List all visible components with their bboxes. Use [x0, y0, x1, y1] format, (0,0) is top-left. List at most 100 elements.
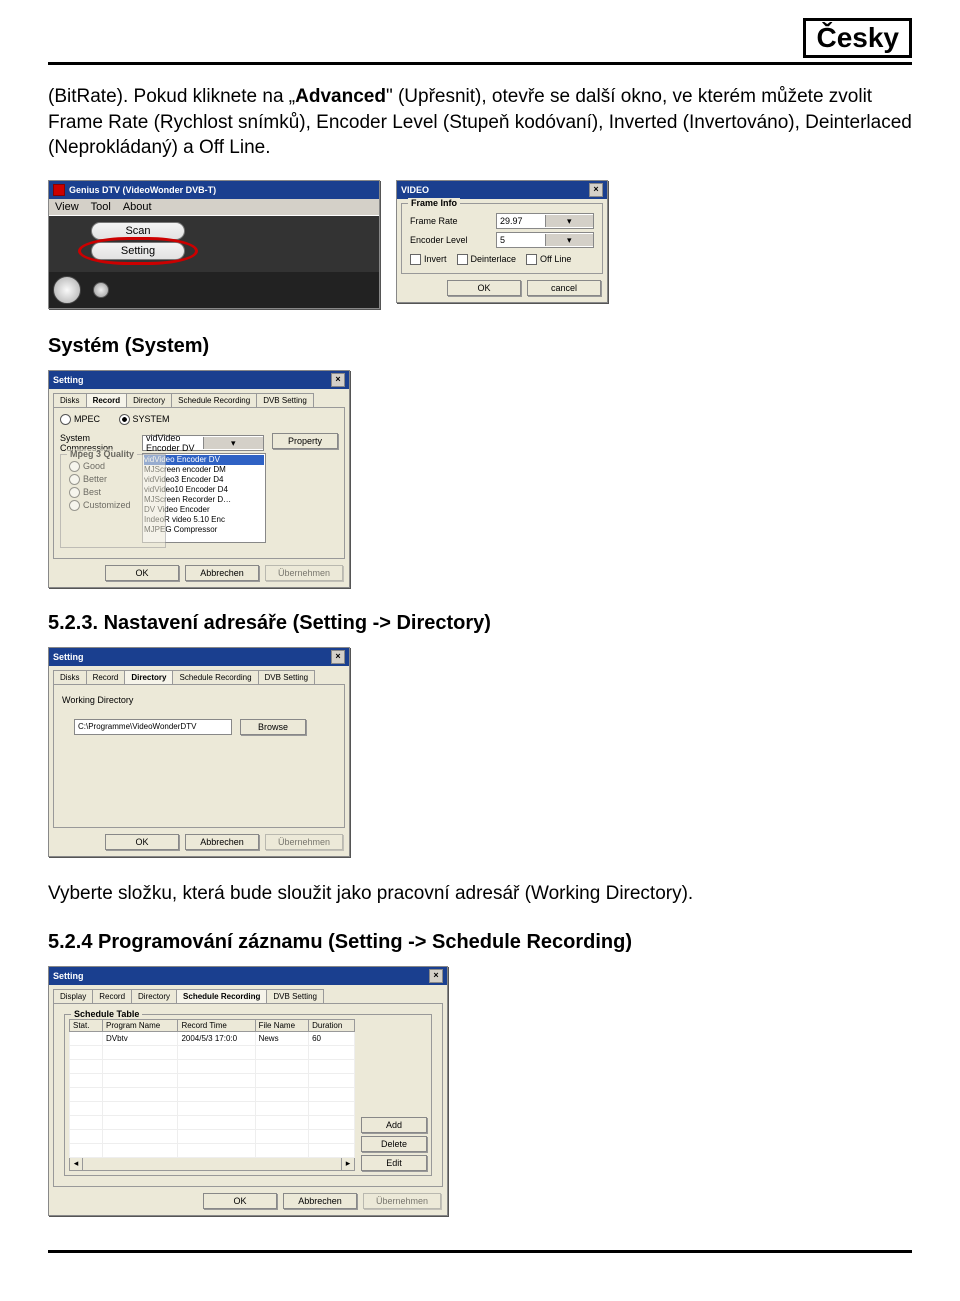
system-encoder-combo[interactable]: vidVideo Encoder DV▾: [142, 435, 264, 451]
chevron-down-icon[interactable]: ▾: [545, 234, 594, 246]
deinterlace-checkbox[interactable]: Deinterlace: [457, 254, 517, 265]
tab-dvb[interactable]: DVB Setting: [266, 989, 324, 1003]
tab-record[interactable]: Record: [92, 989, 132, 1003]
heading-system: Systém (System): [48, 335, 912, 358]
mpec-radio[interactable]: MPEC: [60, 414, 100, 425]
schedule-table[interactable]: Stat. Program Name Record Time File Name…: [69, 1019, 355, 1158]
framerate-label: Frame Rate: [410, 216, 458, 226]
table-row[interactable]: [70, 1129, 355, 1143]
dialog-title: Setting: [53, 652, 84, 662]
tab-record[interactable]: Record: [86, 670, 126, 684]
uebernehmen-button[interactable]: Übernehmen: [265, 565, 343, 581]
close-icon[interactable]: ×: [429, 969, 443, 983]
close-icon[interactable]: ×: [589, 183, 603, 197]
screenshot-directory-dialog: Setting × Disks Record Directory Schedul…: [48, 647, 350, 857]
setting-button[interactable]: Setting: [91, 242, 185, 260]
tab-directory[interactable]: Directory: [126, 393, 172, 407]
frame-info-legend: Frame Info: [408, 198, 460, 208]
table-row[interactable]: [70, 1059, 355, 1073]
offline-checkbox[interactable]: Off Line: [526, 254, 571, 265]
heading-524: 5.2.4 Programování záznamu (Setting -> S…: [48, 931, 912, 954]
tab-dvb[interactable]: DVB Setting: [258, 670, 316, 684]
invert-checkbox[interactable]: Invert: [410, 254, 447, 265]
table-row[interactable]: [70, 1073, 355, 1087]
uebernehmen-button[interactable]: Übernehmen: [363, 1193, 441, 1209]
table-row[interactable]: [70, 1143, 355, 1157]
screenshot-schedule-dialog: Setting × Display Record Directory Sched…: [48, 966, 448, 1216]
scroll-left-icon[interactable]: ◂: [70, 1158, 83, 1170]
rule-top: [48, 62, 912, 65]
table-row[interactable]: [70, 1115, 355, 1129]
col-stat[interactable]: Stat.: [70, 1019, 103, 1031]
tab-record[interactable]: Record: [86, 393, 128, 407]
close-icon[interactable]: ×: [331, 373, 345, 387]
ok-button[interactable]: OK: [105, 834, 179, 850]
tab-dvb[interactable]: DVB Setting: [256, 393, 314, 407]
tab-schedule[interactable]: Schedule Recording: [176, 989, 267, 1003]
schedule-table-legend: Schedule Table: [71, 1009, 142, 1019]
table-row[interactable]: DVbtv 2004/5/3 17:0:0 News 60: [70, 1031, 355, 1045]
framerate-combo[interactable]: 29.97▾: [496, 213, 594, 229]
dialog-title: Setting: [53, 971, 84, 981]
intro-paragraph: (BitRate). Pokud kliknete na „Advanced" …: [48, 84, 912, 161]
tab-disks[interactable]: Disks: [53, 393, 87, 407]
tab-directory[interactable]: Directory: [131, 989, 177, 1003]
col-program[interactable]: Program Name: [103, 1019, 178, 1031]
property-button[interactable]: Property: [272, 433, 338, 449]
col-recordtime[interactable]: Record Time: [178, 1019, 255, 1031]
app-icon: [53, 184, 65, 196]
col-filename[interactable]: File Name: [255, 1019, 309, 1031]
close-icon[interactable]: ×: [331, 650, 345, 664]
tab-display[interactable]: Display: [53, 989, 93, 1003]
screenshot-app-main: Genius DTV (VideoWonder DVB-T) View Tool…: [48, 180, 380, 309]
tab-schedule[interactable]: Schedule Recording: [171, 393, 257, 407]
screenshot-system-dialog: Setting × Disks Record Directory Schedul…: [48, 370, 350, 588]
working-directory-input[interactable]: C:\Programme\VideoWonderDTV: [74, 719, 232, 735]
language-badge: Česky: [803, 18, 912, 58]
mp3-quality-legend: Mpeg 3 Quality: [67, 449, 137, 459]
ok-button[interactable]: OK: [105, 565, 179, 581]
system-radio[interactable]: SYSTEM: [119, 414, 170, 425]
ok-button[interactable]: OK: [203, 1193, 277, 1209]
chevron-down-icon[interactable]: ▾: [203, 437, 264, 449]
col-duration[interactable]: Duration: [309, 1019, 355, 1031]
ok-button[interactable]: OK: [447, 280, 521, 296]
abbrechen-button[interactable]: Abbrechen: [185, 834, 259, 850]
scroll-right-icon[interactable]: ▸: [341, 1158, 354, 1170]
mp3-best-radio[interactable]: Best: [69, 487, 101, 498]
tab-directory[interactable]: Directory: [124, 670, 173, 684]
add-button[interactable]: Add: [361, 1117, 427, 1133]
rule-bottom: [48, 1250, 912, 1253]
table-row[interactable]: [70, 1045, 355, 1059]
mp3-better-radio[interactable]: Better: [69, 474, 107, 485]
app-title: Genius DTV (VideoWonder DVB-T): [69, 185, 216, 195]
edit-button[interactable]: Edit: [361, 1155, 427, 1171]
browse-button[interactable]: Browse: [240, 719, 306, 735]
encoder-combo[interactable]: 5▾: [496, 232, 594, 248]
table-row[interactable]: [70, 1101, 355, 1115]
toolbar-dot[interactable]: [93, 282, 109, 298]
directory-paragraph: Vyberte složku, která bude sloužit jako …: [48, 881, 912, 907]
para-seg-a: (BitRate). Pokud kliknete na „: [48, 86, 295, 107]
delete-button[interactable]: Delete: [361, 1136, 427, 1152]
mp3-good-radio[interactable]: Good: [69, 461, 105, 472]
uebernehmen-button[interactable]: Übernehmen: [265, 834, 343, 850]
menu-view[interactable]: View: [55, 201, 79, 213]
tab-disks[interactable]: Disks: [53, 670, 87, 684]
abbrechen-button[interactable]: Abbrechen: [185, 565, 259, 581]
working-directory-label: Working Directory: [62, 695, 338, 705]
tab-schedule[interactable]: Schedule Recording: [172, 670, 258, 684]
encoder-label: Encoder Level: [410, 235, 468, 245]
video-dialog-title: VIDEO: [401, 185, 429, 195]
abbrechen-button[interactable]: Abbrechen: [283, 1193, 357, 1209]
screenshot-video-dialog: VIDEO × Frame Info Frame Rate 29.97▾ Enc…: [396, 180, 608, 303]
mp3-custom-radio[interactable]: Customized: [69, 500, 131, 511]
heading-523: 5.2.3. Nastavení adresáře (Setting -> Di…: [48, 612, 912, 635]
knob-control[interactable]: [53, 276, 81, 304]
cancel-button[interactable]: cancel: [527, 280, 601, 296]
para-seg-bold: Advanced: [295, 86, 386, 107]
menu-tool[interactable]: Tool: [91, 201, 111, 213]
chevron-down-icon[interactable]: ▾: [545, 215, 594, 227]
menu-about[interactable]: About: [123, 201, 152, 213]
table-row[interactable]: [70, 1087, 355, 1101]
